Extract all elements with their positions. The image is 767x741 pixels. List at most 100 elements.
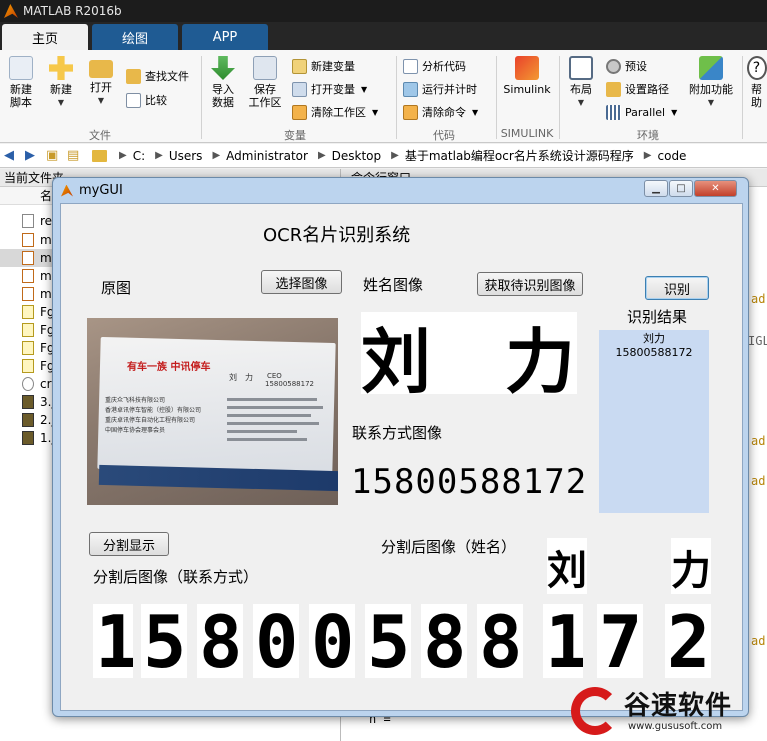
m-file-icon	[22, 269, 34, 283]
segmented-name-char: 力	[671, 548, 711, 594]
card-company-lines: 重庆众飞科技有限公司 香港卓讯停车智能（控股）有限公司 重庆卓讯停车自动化工程有…	[105, 396, 201, 436]
new-script-button[interactable]: 新建 脚本	[4, 56, 38, 109]
card-company-line: 中国停车协会理事会员	[105, 427, 166, 434]
chevron-down-icon: ▼	[97, 96, 105, 105]
parallel-button[interactable]: Parallel ▼	[606, 102, 677, 122]
compare-button[interactable]: 比较	[126, 90, 167, 110]
segmented-digit: 1	[95, 604, 133, 678]
preferences-label: 预设	[625, 60, 647, 73]
current-folder-address-bar: ◀ ▶ ▣ ▤ ▶ C: ▶ Users ▶ Administrator ▶ D…	[0, 144, 767, 168]
segmented-digit-axes: 1	[543, 604, 583, 678]
minimize-button[interactable]: ▁	[644, 180, 668, 197]
recognize-button[interactable]: 识别	[645, 276, 709, 300]
set-path-button[interactable]: 设置路径	[606, 79, 669, 99]
segmented-digit: 2	[667, 604, 711, 678]
chevron-down-icon: ▼	[361, 84, 368, 94]
folder-open-icon	[89, 60, 113, 78]
ribbon-tab-strip: 主页 绘图 APP	[0, 22, 767, 50]
layout-icon	[569, 56, 593, 80]
segmented-digit-axes: 0	[309, 604, 355, 678]
tab-apps[interactable]: APP	[182, 24, 268, 50]
new-variable-label: 新建变量	[311, 60, 355, 73]
clear-commands-button[interactable]: 清除命令 ▼	[403, 102, 478, 122]
path-separator-icon: ▶	[317, 150, 326, 161]
tab-home[interactable]: 主页	[2, 24, 88, 50]
breadcrumb-item[interactable]: C:	[133, 149, 145, 163]
new-variable-button[interactable]: 新建变量	[292, 56, 355, 76]
ribbon-separator	[396, 56, 397, 139]
select-image-button[interactable]: 选择图像	[261, 270, 342, 294]
open-variable-button[interactable]: 打开变量 ▼	[292, 79, 367, 99]
set-path-label: 设置路径	[625, 83, 669, 96]
file-name: re	[40, 214, 53, 228]
import-data-button[interactable]: 导入 数据	[206, 56, 240, 109]
save-workspace-icon	[253, 56, 277, 80]
jpg-file-icon	[22, 413, 34, 427]
save-workspace-button[interactable]: 保存 工作区	[245, 56, 285, 109]
breadcrumb-item[interactable]: Desktop	[332, 149, 382, 163]
up-folder-icon[interactable]: ▣	[46, 148, 62, 163]
help-label: 帮助	[751, 83, 762, 109]
run-and-time-button[interactable]: 运行并计时	[403, 79, 477, 99]
save-workspace-label: 保存 工作区	[248, 83, 282, 109]
mygui-title-bar: myGUI	[61, 183, 123, 198]
segment-display-button[interactable]: 分割显示	[89, 532, 169, 556]
simulink-button[interactable]: Simulink	[500, 56, 554, 96]
file-name: cr	[40, 377, 52, 391]
contact-image-label: 联系方式图像	[352, 424, 443, 442]
maximize-button[interactable]: □	[669, 180, 693, 197]
browse-folder-icon[interactable]: ▤	[67, 148, 83, 163]
ribbon-separator	[201, 56, 202, 139]
clear-workspace-button[interactable]: 清除工作区 ▼	[292, 102, 378, 122]
close-button[interactable]: ✕	[694, 180, 737, 197]
analyze-code-icon	[403, 58, 418, 74]
mygui-window[interactable]: myGUI ▁ □ ✕ OCR名片识别系统 原图 选择图像 姓名图像 获取待识别…	[52, 177, 749, 717]
segmented-digit: 8	[479, 604, 523, 678]
analyze-code-label: 分析代码	[422, 60, 466, 73]
file-name: m	[40, 233, 52, 247]
card-text-line	[227, 406, 323, 409]
back-arrow-icon[interactable]: ◀	[4, 148, 20, 163]
new-script-label: 新建 脚本	[10, 83, 32, 109]
clear-commands-icon	[403, 104, 418, 120]
name-image-label: 姓名图像	[363, 276, 424, 294]
clear-workspace-label: 清除工作区	[311, 106, 366, 119]
breadcrumb-item[interactable]: Users	[169, 149, 203, 163]
matlab-logo-icon	[4, 4, 18, 18]
get-image-button[interactable]: 获取待识别图像	[477, 272, 583, 296]
new-button[interactable]: 新建 ▼	[44, 56, 78, 109]
card-text-line	[227, 430, 297, 433]
path-separator-icon: ▶	[212, 150, 221, 161]
layout-button[interactable]: 布局 ▼	[564, 56, 598, 109]
card-company-line: 重庆众飞科技有限公司	[105, 397, 166, 404]
jpg-file-icon	[22, 431, 34, 445]
file-name: m	[40, 251, 52, 265]
import-arrow-icon	[211, 56, 235, 80]
find-files-icon	[126, 68, 141, 84]
result-phone: 15800588172	[615, 346, 693, 359]
analyze-code-button[interactable]: 分析代码	[403, 56, 466, 76]
group-label-simulink: SIMULINK	[500, 127, 554, 140]
breadcrumb-item[interactable]: 基于matlab编程ocr名片系统设计源码程序	[405, 147, 634, 164]
add-ons-button[interactable]: 附加功能 ▼	[688, 56, 734, 109]
matlab-window-title: MATLAB R2016b	[23, 4, 122, 18]
group-label-code: 代码	[433, 129, 455, 142]
open-label: 打开	[90, 81, 112, 94]
watermark-g-icon	[571, 687, 619, 735]
breadcrumb-item[interactable]: code	[658, 149, 687, 163]
preferences-button[interactable]: 预设	[606, 56, 647, 76]
matlab-figure-icon	[61, 184, 73, 197]
path-separator-icon: ▶	[391, 150, 399, 161]
card-text-line	[227, 422, 319, 425]
find-files-button[interactable]: 查找文件	[126, 66, 189, 86]
help-button[interactable]: ? 帮助	[746, 56, 767, 109]
add-ons-icon	[699, 56, 723, 80]
breadcrumb-item[interactable]: Administrator	[226, 149, 308, 163]
chevron-down-icon: ▼	[577, 98, 585, 107]
plus-icon	[49, 56, 73, 80]
mygui-window-title: myGUI	[79, 183, 123, 198]
tab-plots[interactable]: 绘图	[92, 24, 178, 50]
path-separator-icon: ▶	[155, 150, 163, 161]
open-button[interactable]: 打开 ▼	[84, 56, 118, 107]
forward-arrow-icon[interactable]: ▶	[25, 148, 41, 163]
